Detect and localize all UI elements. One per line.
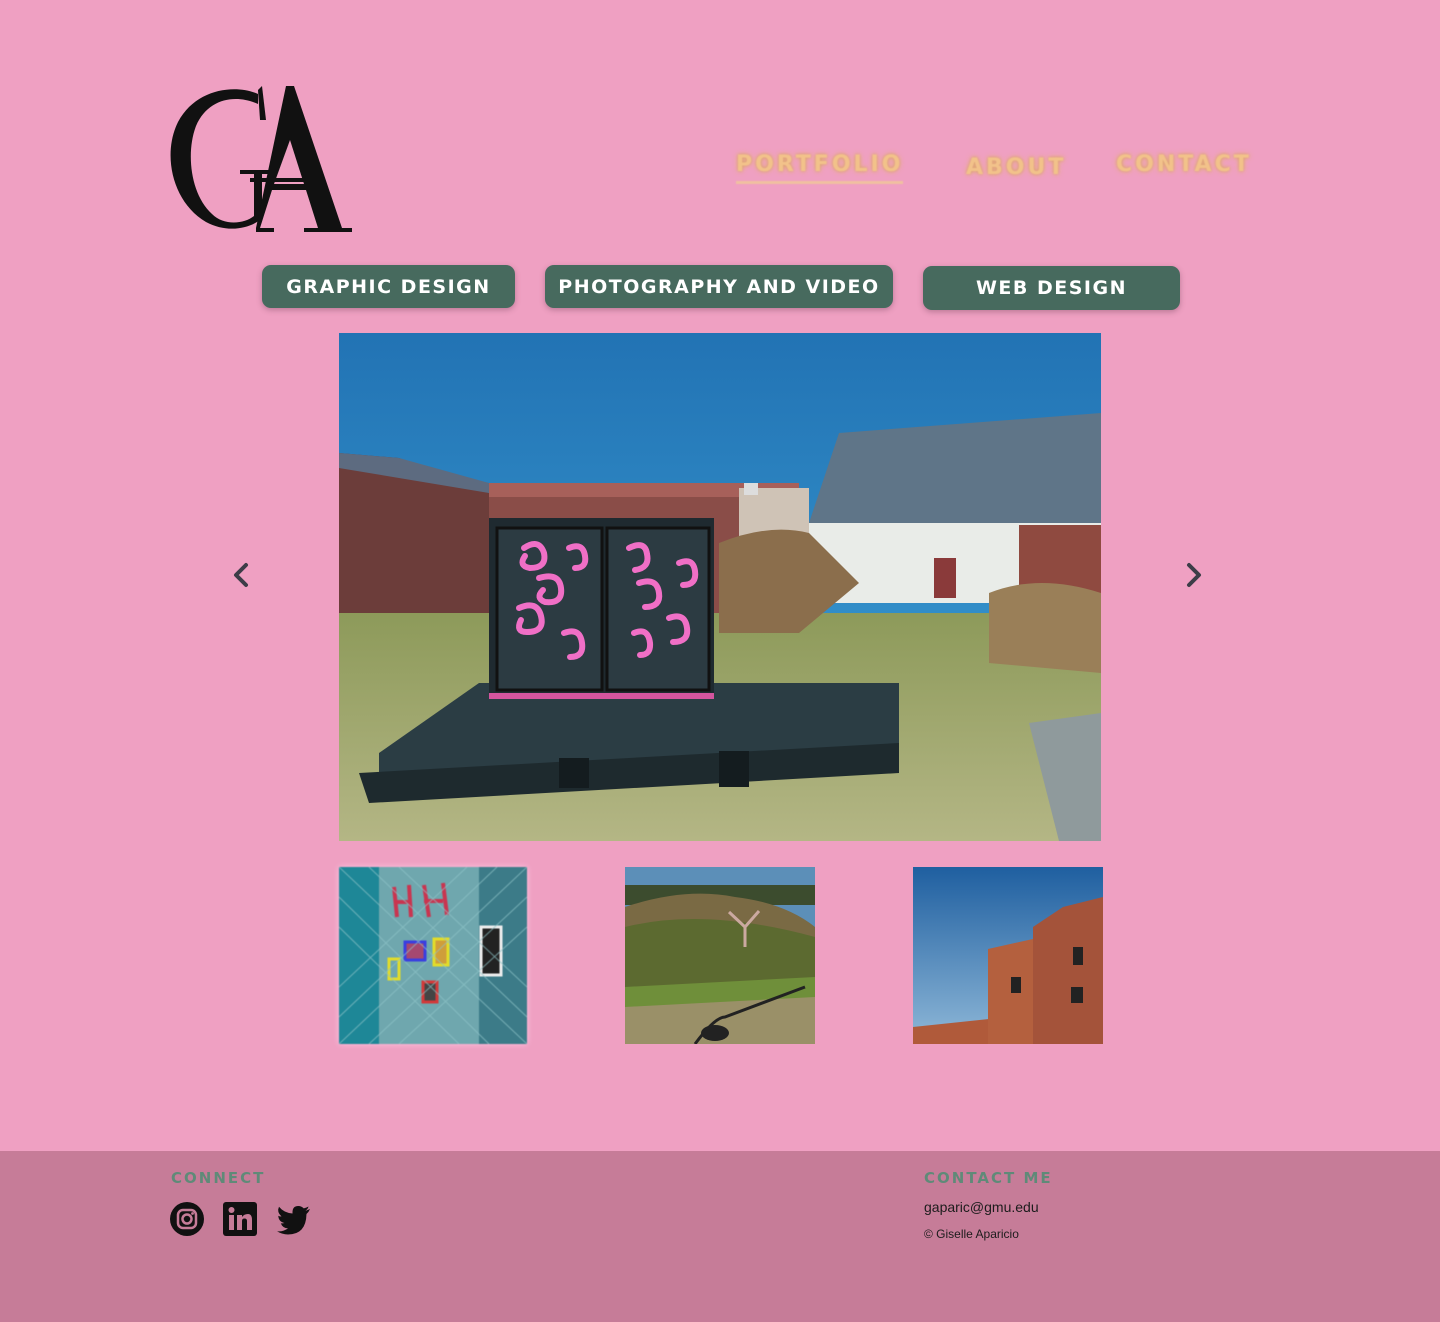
twitter-icon [277,1206,310,1235]
field-hill-thumbnail [625,867,815,1044]
web-design-button[interactable]: WEB DESIGN [923,266,1180,310]
site-footer: CONNECT CONTACT ME gaparic@gmu.edu © Gis… [0,1151,1440,1322]
graffiti-box-photo [339,333,1101,841]
email-link[interactable]: gaparic@gmu.edu [924,1199,1039,1215]
chevron-right-icon [1187,563,1201,587]
linkedin-link[interactable] [222,1201,258,1237]
carousel-next-button[interactable] [1183,561,1205,589]
carousel-prev-button[interactable] [230,561,252,589]
photography-video-button[interactable]: PHOTOGRAPHY AND VIDEO [545,265,893,308]
nav-portfolio[interactable]: PORTFOLIO [736,152,904,184]
twitter-link[interactable] [276,1201,312,1237]
thumbnail-field-hill[interactable] [625,867,815,1044]
graphic-design-button[interactable]: GRAPHIC DESIGN [262,265,515,308]
thumbnail-graffiti-wall[interactable] [339,867,527,1044]
chevron-left-icon [234,563,248,587]
nav-contact[interactable]: CONTACT [1116,152,1252,177]
main-photo [339,333,1101,841]
connect-heading: CONNECT [171,1169,266,1187]
instagram-icon [170,1202,204,1236]
nav-about[interactable]: ABOUT [966,155,1066,180]
contact-me-heading: CONTACT ME [924,1169,1053,1187]
thumbnail-brick-building[interactable] [913,867,1103,1044]
copyright-text: © Giselle Aparicio [924,1227,1019,1241]
graffiti-wall-thumbnail [339,867,527,1044]
linkedin-icon [223,1202,257,1236]
main-nav: PORTFOLIO ABOUT CONTACT [0,150,1440,190]
brick-building-thumbnail [913,867,1103,1044]
instagram-link[interactable] [169,1201,205,1237]
